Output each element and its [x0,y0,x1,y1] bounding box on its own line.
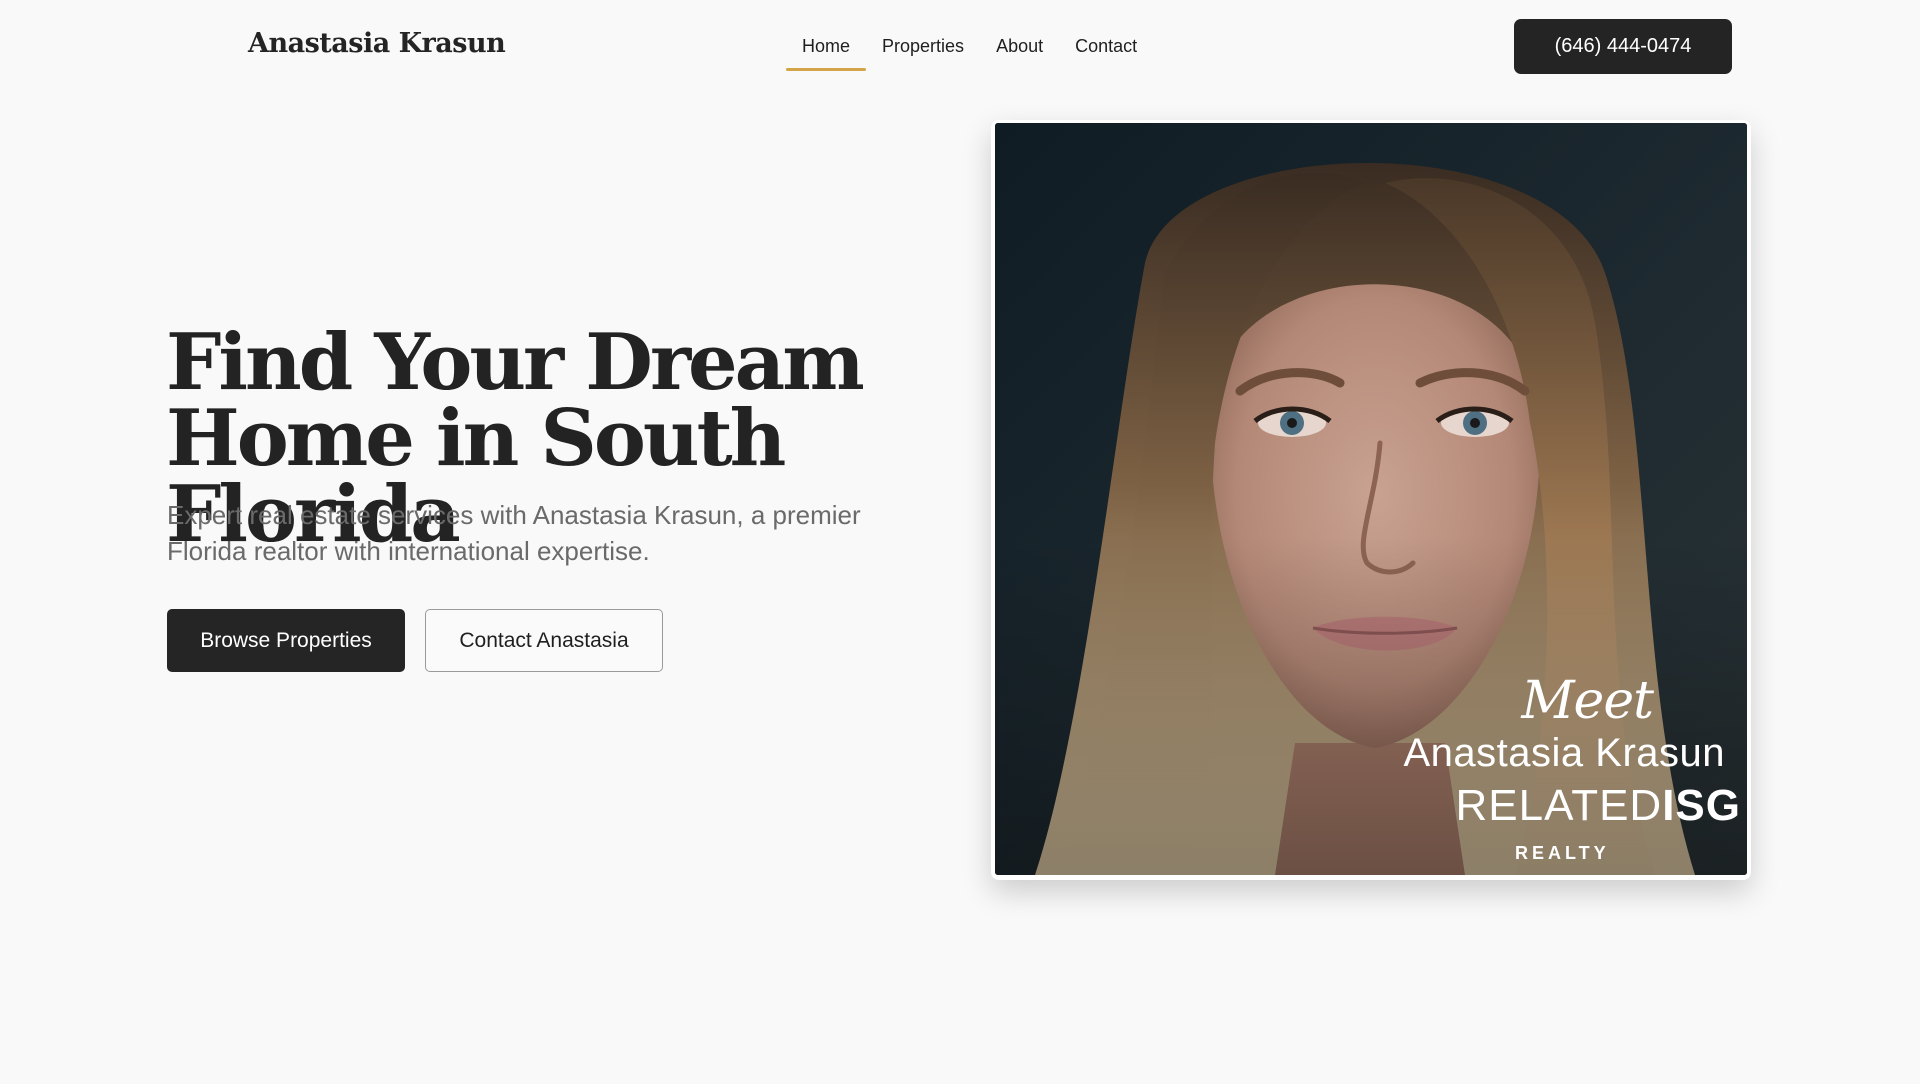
main-nav: Home Properties About Contact [786,30,1153,71]
related-isg-logo: RELATEDISG [1456,781,1741,831]
portrait-meet-text: Meet [1521,671,1654,731]
agent-portrait-image: Meet Anastasia Krasun RELATEDISG REALTY [995,123,1747,875]
portrait-agent-name: Anastasia Krasun [1403,731,1725,775]
site-logo-text[interactable]: Anastasia Krasun [248,28,506,59]
nav-item-properties[interactable]: Properties [866,30,980,71]
nav-item-about[interactable]: About [980,30,1059,71]
contact-anastasia-button[interactable]: Contact Anastasia [425,609,663,672]
logo-text-related: RELATED [1455,781,1663,830]
agent-portrait-card: Meet Anastasia Krasun RELATEDISG REALTY [991,120,1751,880]
phone-button[interactable]: (646) 444-0474 [1514,19,1732,74]
hero-subtitle: Expert real estate services with Anastas… [167,500,861,566]
logo-text-realty: REALTY [1515,843,1610,863]
logo-text-isg: ISG [1662,781,1741,830]
nav-item-contact[interactable]: Contact [1059,30,1153,71]
browse-properties-button[interactable]: Browse Properties [167,609,405,672]
nav-item-home[interactable]: Home [786,30,867,71]
